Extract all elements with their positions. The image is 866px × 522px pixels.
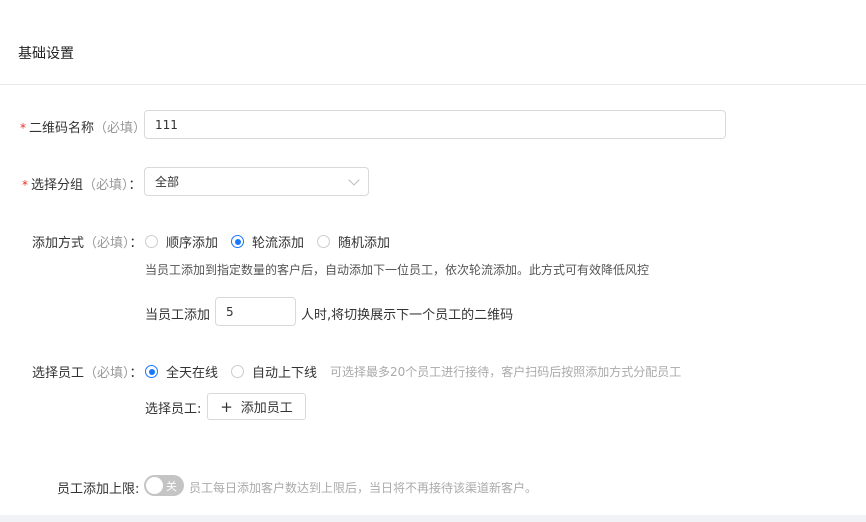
limit-description: 员工每日添加客户数达到上限后，当日将不再接待该渠道新客户。 [189,481,538,495]
radio-round-robin[interactable]: 轮流添加 [231,232,304,251]
limit-toggle[interactable]: 关 [144,475,184,496]
qrcode-name-label: * 二维码名称（必填） [20,117,146,136]
staff-label-text: 选择员工 [32,366,85,381]
add-staff-button-label: 添加员工 [240,401,293,416]
label-colon: ： [128,178,142,193]
label-colon: ： [129,366,143,381]
group-label: * 选择分组（必填）： [22,174,142,193]
radio-label: 随机添加 [338,236,391,251]
required-hint: （必填） [83,178,129,193]
radio-circle [317,235,330,248]
bottom-bar [0,515,866,522]
radio-all-day-online[interactable]: 全天在线 [145,362,218,381]
qrcode-name-value: 111 [155,117,178,132]
section-title: 基础设置 [18,46,74,62]
required-mark: * [22,178,28,192]
radio-label: 轮流添加 [252,236,305,251]
required-hint: （必填） [94,121,147,136]
threshold-input[interactable]: 5 [215,297,296,326]
threshold-value: 5 [226,304,234,319]
select-staff-label: 选择员工: [145,402,202,417]
radio-random[interactable]: 随机添加 [317,232,390,251]
staff-label: 选择员工（必填）： [32,362,143,381]
limit-label: 员工添加上限: [57,482,140,497]
qrcode-name-input[interactable]: 111 [144,110,726,139]
required-mark: * [20,121,26,135]
add-mode-label-text: 添加方式 [32,236,85,251]
required-hint: （必填） [84,366,130,381]
label-colon: ： [129,236,143,251]
toggle-state-text: 关 [166,480,177,493]
radio-circle [145,365,158,378]
radio-circle [231,365,244,378]
chevron-down-icon [348,174,360,186]
radio-label: 自动上下线 [252,366,318,381]
radio-circle [231,235,244,248]
group-selected-value: 全部 [155,175,180,189]
radio-sequential[interactable]: 顺序添加 [145,232,218,251]
add-mode-label: 添加方式（必填）： [32,232,143,251]
required-hint: （必填） [84,236,130,251]
threshold-prefix: 当员工添加 [145,308,211,323]
staff-tip: 可选择最多20个员工进行接待，客户扫码后按照添加方式分配员工 [330,365,682,379]
group-select[interactable]: 全部 [144,167,369,196]
radio-label: 全天在线 [166,366,219,381]
radio-circle [145,235,158,248]
section-divider [0,84,866,85]
radio-auto-online-offline[interactable]: 自动上下线 [231,362,317,381]
add-staff-button[interactable]: + 添加员工 [207,393,306,420]
plus-icon: + [220,397,233,416]
threshold-suffix: 人时,将切换展示下一个员工的二维码 [301,308,514,323]
qrcode-name-label-text: 二维码名称 [29,121,95,136]
radio-label: 顺序添加 [166,236,219,251]
add-mode-description: 当员工添加到指定数量的客户后，自动添加下一位员工，依次轮流添加。此方式可有效降低… [145,263,650,277]
group-label-text: 选择分组 [31,178,84,193]
toggle-knob [146,477,163,494]
